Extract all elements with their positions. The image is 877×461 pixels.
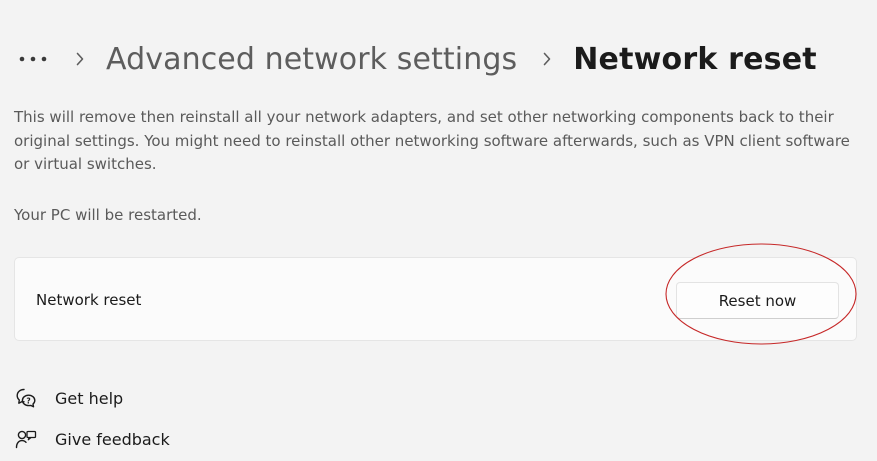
chevron-right-icon xyxy=(74,49,86,69)
svg-text:?: ? xyxy=(26,396,30,405)
give-feedback-label: Give feedback xyxy=(55,429,170,449)
give-feedback-icon xyxy=(14,427,38,451)
give-feedback-link[interactable]: Give feedback xyxy=(14,427,170,451)
get-help-icon: ? xyxy=(14,386,38,410)
network-reset-label: Network reset xyxy=(36,291,142,309)
more-horizontal-icon[interactable] xyxy=(18,49,48,69)
get-help-link[interactable]: ? Get help xyxy=(14,386,123,410)
reset-now-button[interactable]: Reset now xyxy=(676,282,839,319)
breadcrumb: Advanced network settings Network reset xyxy=(18,36,817,82)
reset-description: This will remove then reinstall all your… xyxy=(14,108,850,173)
page-title: Network reset xyxy=(573,41,817,77)
network-reset-card: Network reset Reset now xyxy=(14,257,857,341)
get-help-label: Get help xyxy=(55,388,124,408)
chevron-right-icon xyxy=(541,49,553,69)
breadcrumb-advanced-network-settings[interactable]: Advanced network settings xyxy=(106,42,517,77)
restart-notice: Your PC will be restarted. xyxy=(14,206,202,224)
